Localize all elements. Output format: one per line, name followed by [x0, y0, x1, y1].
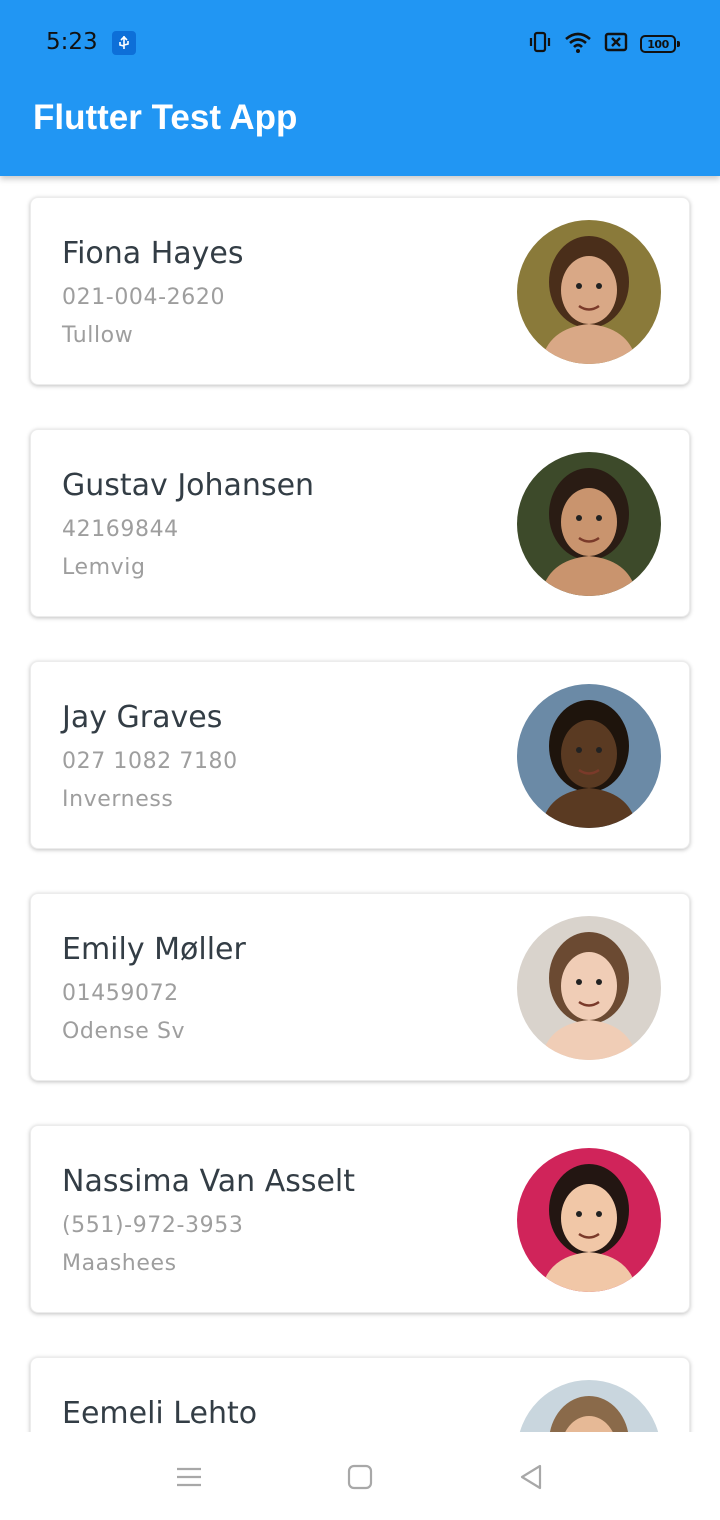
contact-card[interactable]: Gustav Johansen 42169844 Lemvig [30, 429, 690, 617]
wifi-icon [564, 30, 592, 58]
contact-phone: 021-004-2620 [62, 285, 226, 310]
avatar [517, 916, 661, 1060]
contact-card[interactable]: Nassima Van Asselt (551)-972-3953 Maashe… [30, 1125, 690, 1313]
contact-city: Inverness [62, 787, 174, 812]
home-icon[interactable] [345, 1462, 375, 1492]
contact-card[interactable]: Fiona Hayes 021-004-2620 Tullow [30, 197, 690, 385]
status-time: 5:23 [46, 29, 98, 55]
contact-list[interactable]: Fiona Hayes 021-004-2620 Tullow Gustav J… [0, 176, 720, 1432]
system-nav-bar [0, 1432, 720, 1520]
contact-phone: (551)-972-3953 [62, 1213, 244, 1238]
app-bar: 5:23 100 Flutter Test App [0, 0, 720, 176]
usb-icon [112, 31, 136, 55]
contact-phone: 01459072 [62, 981, 179, 1006]
avatar [517, 452, 661, 596]
status-icons: 100 [528, 30, 680, 58]
contact-city: Tullow [62, 323, 134, 348]
contact-city: Maashees [62, 1251, 177, 1276]
avatar [517, 220, 661, 364]
avatar [517, 684, 661, 828]
contact-city: Lemvig [62, 555, 146, 580]
vibrate-icon [528, 30, 552, 58]
contact-name: Nassima Van Asselt [62, 1164, 356, 1199]
contact-city: Odense Sv [62, 1019, 186, 1044]
contact-phone: 027 1082 7180 [62, 749, 238, 774]
contact-name: Gustav Johansen [62, 468, 315, 503]
app-title: Flutter Test App [33, 98, 298, 137]
contact-card[interactable]: Jay Graves 027 1082 7180 Inverness [30, 661, 690, 849]
avatar [517, 1148, 661, 1292]
back-icon[interactable] [516, 1462, 546, 1492]
contact-phone: 42169844 [62, 517, 179, 542]
battery-saver-icon [604, 31, 628, 57]
contact-name: Eemeli Lehto [62, 1396, 258, 1431]
battery-icon: 100 [640, 35, 680, 53]
contact-card[interactable]: Eemeli Lehto [30, 1357, 690, 1432]
contact-name: Emily Møller [62, 932, 246, 967]
contact-name: Fiona Hayes [62, 236, 244, 271]
avatar [517, 1380, 661, 1432]
menu-icon[interactable] [174, 1462, 204, 1492]
contact-name: Jay Graves [62, 700, 223, 735]
contact-card[interactable]: Emily Møller 01459072 Odense Sv [30, 893, 690, 1081]
